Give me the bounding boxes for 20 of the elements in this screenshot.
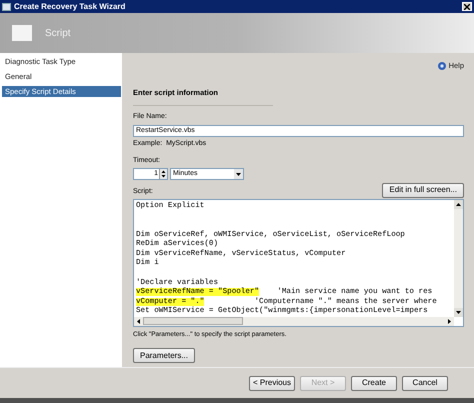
- help-icon: [438, 62, 446, 70]
- edit-full-screen-button[interactable]: Edit in full screen...: [382, 182, 464, 198]
- scroll-down-icon[interactable]: [454, 308, 463, 317]
- parameters-button[interactable]: Parameters...: [133, 348, 195, 363]
- wizard-button[interactable]: Create: [351, 376, 397, 390]
- scroll-thumb[interactable]: [143, 317, 243, 326]
- close-icon: [464, 4, 470, 10]
- close-button[interactable]: [462, 2, 472, 11]
- header-icon: [12, 25, 32, 41]
- horizontal-scrollbar[interactable]: [134, 316, 454, 326]
- script-editor[interactable]: [133, 198, 464, 327]
- spin-down-icon[interactable]: [160, 174, 167, 179]
- window-icon: [2, 2, 11, 10]
- vertical-scrollbar[interactable]: [454, 200, 463, 317]
- header-title: Script: [45, 26, 71, 40]
- scroll-up-icon[interactable]: [454, 200, 463, 209]
- wizard-button[interactable]: Cancel: [402, 376, 448, 390]
- spin-up-icon[interactable]: [160, 168, 167, 174]
- wizard-button[interactable]: < Previous: [249, 376, 295, 390]
- window-title: Create Recovery Task Wizard: [14, 2, 126, 10]
